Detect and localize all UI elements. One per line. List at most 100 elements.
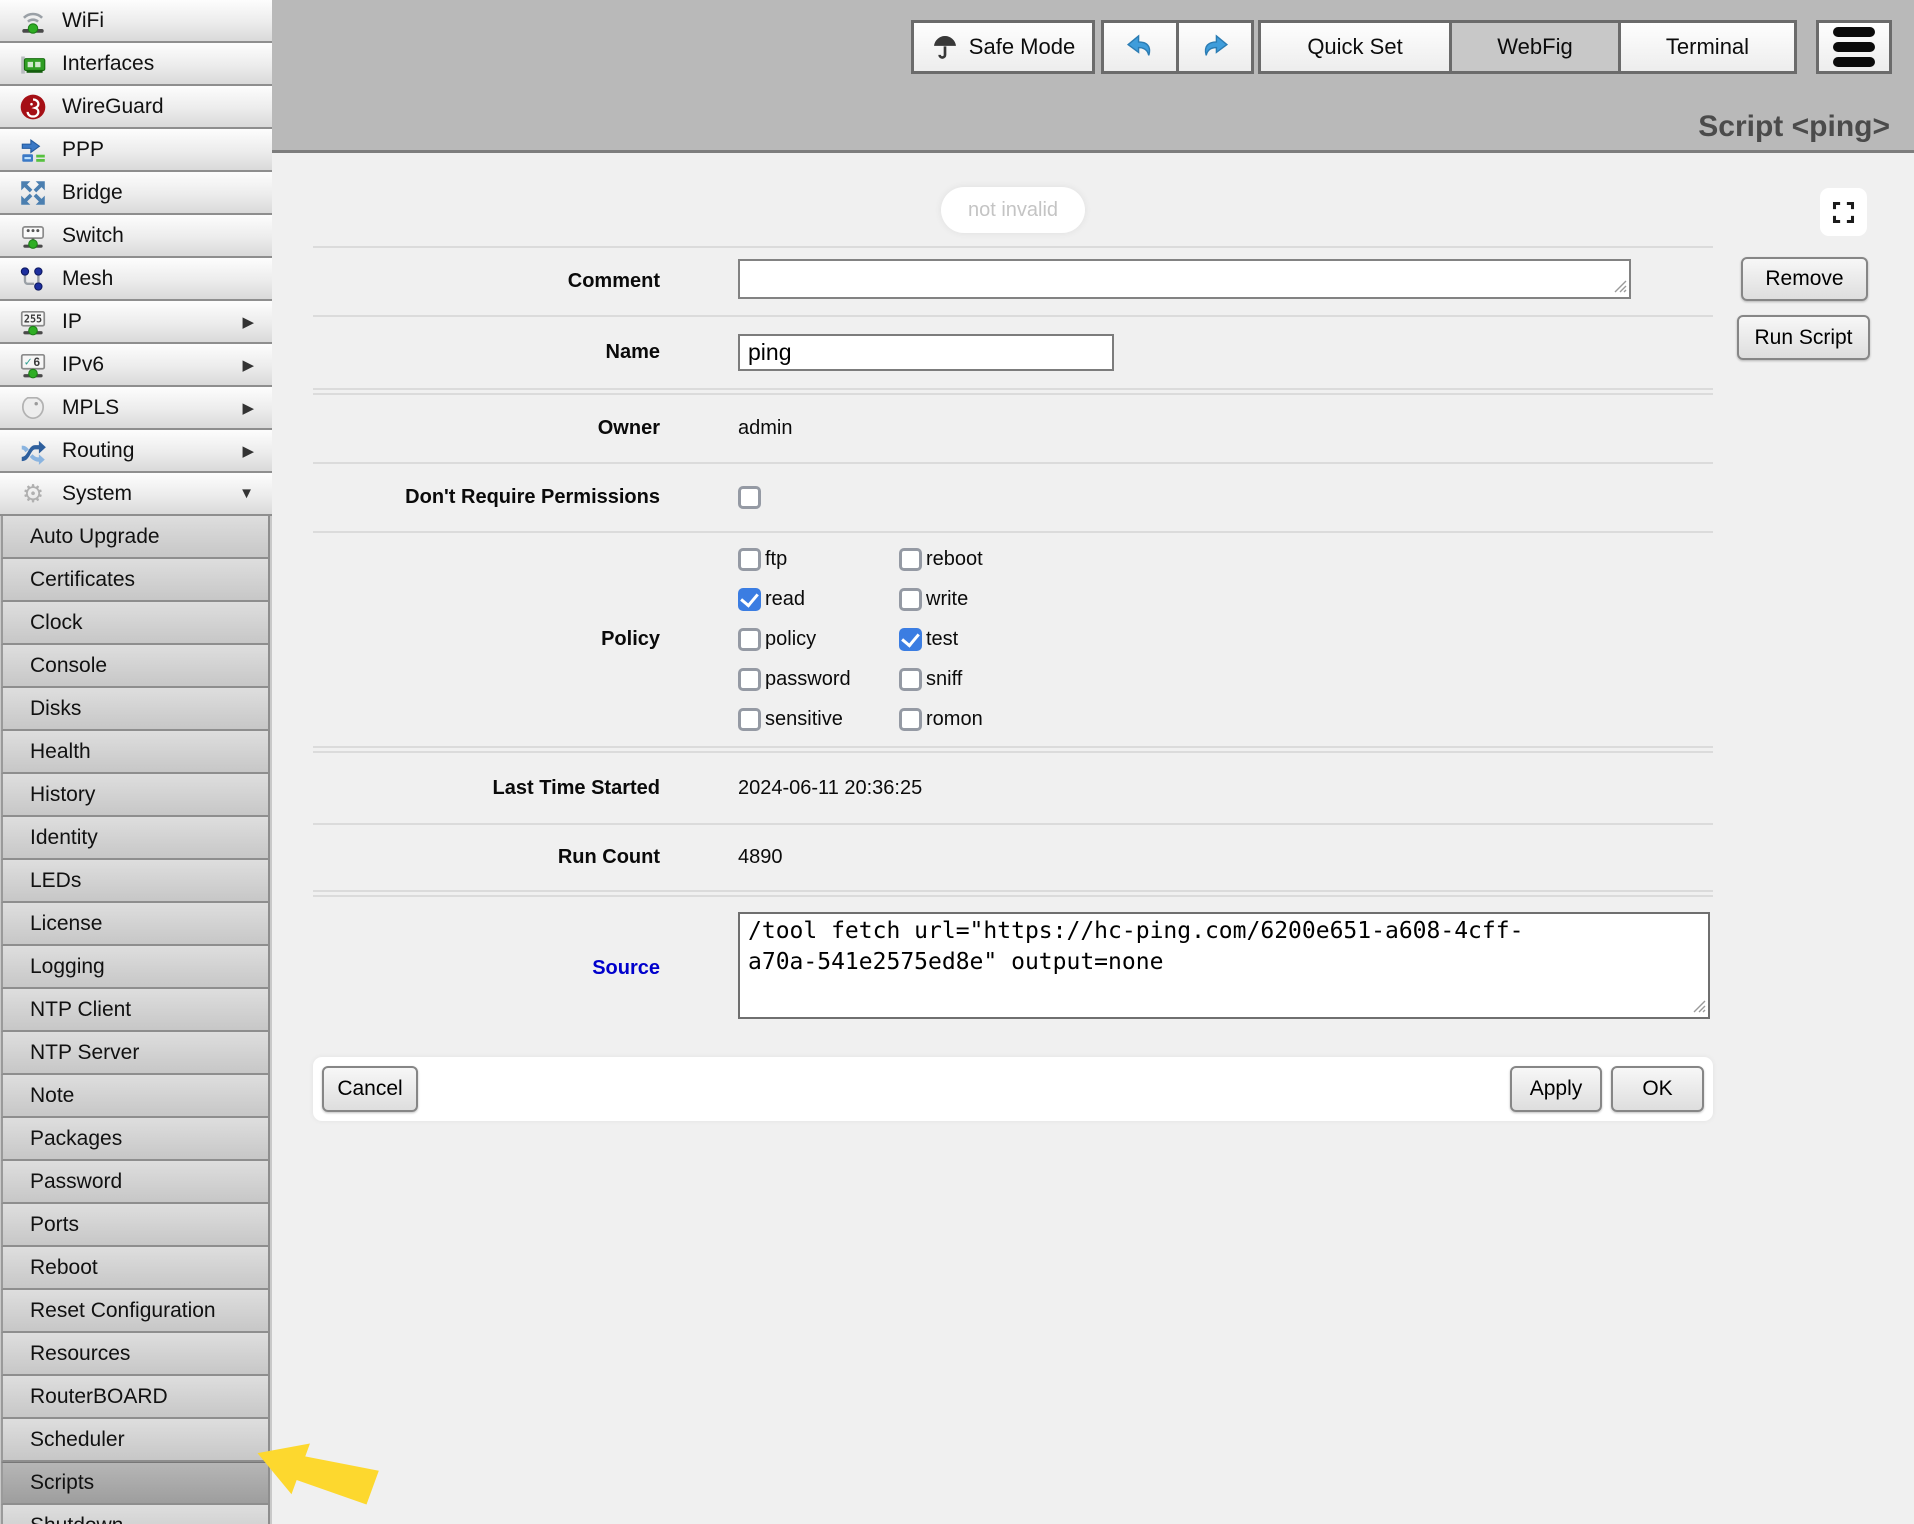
tab-terminal[interactable]: Terminal	[1618, 20, 1797, 74]
undo-button[interactable]	[1101, 20, 1179, 74]
sidebar-item-wifi[interactable]: WiFi	[0, 0, 272, 43]
top-toolbar: Safe Mode Quick Set WebFig Terminal Scri…	[272, 0, 1914, 153]
sidebar-item-scripts[interactable]: Scripts	[1, 1462, 270, 1505]
remove-button[interactable]: Remove	[1741, 257, 1868, 301]
comment-input[interactable]	[738, 259, 1631, 299]
sidebar-item-reboot[interactable]: Reboot	[1, 1247, 270, 1290]
sidebar-item-switch[interactable]: Switch	[0, 215, 272, 258]
sidebar-item-ipv6[interactable]: ✓6 IPv6 ▶	[0, 344, 272, 387]
ip-icon: 255	[16, 307, 50, 337]
name-input[interactable]	[738, 334, 1114, 371]
section-divider	[313, 890, 1713, 897]
sidebar-item-label: LEDs	[30, 869, 81, 893]
sidebar: WiFi Interfaces WireGuard PPP Bridge Swi…	[0, 0, 272, 1524]
reboot-checkbox[interactable]	[899, 548, 922, 571]
sidebar-item-label: Packages	[30, 1127, 122, 1151]
sidebar-item-license[interactable]: License	[1, 903, 270, 946]
sidebar-item-history[interactable]: History	[1, 774, 270, 817]
sidebar-item-ports[interactable]: Ports	[1, 1204, 270, 1247]
undo-redo-group	[1101, 20, 1254, 74]
sidebar-item-interfaces[interactable]: Interfaces	[0, 43, 272, 86]
mesh-icon	[16, 264, 50, 294]
sidebar-item-packages[interactable]: Packages	[1, 1118, 270, 1161]
sidebar-item-label: Disks	[30, 697, 81, 721]
section-divider	[313, 746, 1713, 753]
sidebar-item-routerboard[interactable]: RouterBOARD	[1, 1376, 270, 1419]
sidebar-item-identity[interactable]: Identity	[1, 817, 270, 860]
sidebar-item-label: Bridge	[62, 181, 123, 205]
sidebar-item-scheduler[interactable]: Scheduler	[1, 1419, 270, 1462]
sidebar-item-ppp[interactable]: PPP	[0, 129, 272, 172]
fullscreen-button[interactable]	[1820, 188, 1867, 236]
section-divider	[313, 388, 1713, 395]
sidebar-item-logging[interactable]: Logging	[1, 946, 270, 989]
sidebar-item-auto-upgrade[interactable]: Auto Upgrade	[1, 516, 270, 559]
sidebar-item-routing[interactable]: Routing ▶	[0, 430, 272, 473]
comment-label: Comment	[313, 270, 660, 293]
safe-mode-button[interactable]: Safe Mode	[911, 20, 1095, 74]
sidebar-item-leds[interactable]: LEDs	[1, 860, 270, 903]
tab-quick-set[interactable]: Quick Set	[1258, 20, 1452, 74]
sidebar-item-shutdown[interactable]: Shutdown	[1, 1505, 270, 1524]
test-checkbox[interactable]	[899, 628, 922, 651]
sniff-checkbox[interactable]	[899, 668, 922, 691]
policy-option-ftp: ftp	[738, 548, 899, 571]
ftp-checkbox[interactable]	[738, 548, 761, 571]
policy-checkbox[interactable]	[738, 628, 761, 651]
owner-label: Owner	[313, 417, 660, 440]
hamburger-menu-button[interactable]	[1816, 20, 1892, 74]
sidebar-item-disks[interactable]: Disks	[1, 688, 270, 731]
svg-text:✓: ✓	[24, 356, 33, 368]
sidebar-item-label: Shutdown	[30, 1514, 123, 1524]
run-script-button[interactable]: Run Script	[1737, 315, 1870, 360]
policy-option-sensitive: sensitive	[738, 708, 899, 731]
sidebar-item-bridge[interactable]: Bridge	[0, 172, 272, 215]
sidebar-item-label: Logging	[30, 955, 105, 979]
sidebar-item-password[interactable]: Password	[1, 1161, 270, 1204]
write-checkbox[interactable]	[899, 588, 922, 611]
cancel-button[interactable]: Cancel	[322, 1066, 418, 1112]
apply-button[interactable]: Apply	[1510, 1066, 1602, 1112]
sidebar-item-console[interactable]: Console	[1, 645, 270, 688]
sidebar-item-system[interactable]: ⚙ System ▼	[0, 473, 272, 516]
svg-text:⚙: ⚙	[22, 481, 44, 508]
fullscreen-icon	[1830, 199, 1857, 226]
password-checkbox[interactable]	[738, 668, 761, 691]
view-tabs: Quick Set WebFig Terminal	[1258, 20, 1797, 74]
policy-label: Policy	[313, 628, 660, 651]
last-time-started-row: Last Time Started 2024-06-11 20:36:25	[313, 753, 1713, 823]
sidebar-item-mesh[interactable]: Mesh	[0, 258, 272, 301]
policy-option-policy: policy	[738, 628, 899, 651]
sidebar-item-ip[interactable]: 255 IP ▶	[0, 301, 272, 344]
sidebar-item-label: NTP Server	[30, 1041, 139, 1065]
svg-text:255: 255	[24, 314, 42, 325]
sidebar-item-certificates[interactable]: Certificates	[1, 559, 270, 602]
bridge-icon	[16, 178, 50, 208]
romon-checkbox[interactable]	[899, 708, 922, 731]
dont-require-permissions-checkbox[interactable]	[738, 486, 761, 509]
sidebar-item-ntp-client[interactable]: NTP Client	[1, 989, 270, 1032]
chevron-right-icon: ▶	[242, 442, 260, 460]
sidebar-item-reset-configuration[interactable]: Reset Configuration	[1, 1290, 270, 1333]
sensitive-checkbox[interactable]	[738, 708, 761, 731]
sidebar-item-ntp-server[interactable]: NTP Server	[1, 1032, 270, 1075]
ok-button[interactable]: OK	[1611, 1066, 1704, 1112]
sidebar-item-label: Health	[30, 740, 91, 764]
sidebar-item-wireguard[interactable]: WireGuard	[0, 86, 272, 129]
mpls-icon	[16, 393, 50, 423]
sidebar-item-clock[interactable]: Clock	[1, 602, 270, 645]
redo-button[interactable]	[1176, 20, 1254, 74]
read-checkbox[interactable]	[738, 588, 761, 611]
sidebar-item-mpls[interactable]: MPLS ▶	[0, 387, 272, 430]
script-form: Comment Name Owner admin Don't Require P…	[313, 246, 1713, 1039]
wifi-icon	[16, 6, 50, 36]
source-label[interactable]: Source	[313, 957, 660, 980]
owner-value: admin	[738, 417, 792, 440]
source-input[interactable]: /tool fetch url="https://hc-ping.com/620…	[738, 912, 1710, 1019]
ipv6-icon: ✓6	[16, 350, 50, 380]
safe-mode-label: Safe Mode	[969, 34, 1075, 60]
tab-webfig[interactable]: WebFig	[1449, 20, 1621, 74]
sidebar-item-health[interactable]: Health	[1, 731, 270, 774]
sidebar-item-resources[interactable]: Resources	[1, 1333, 270, 1376]
sidebar-item-note[interactable]: Note	[1, 1075, 270, 1118]
